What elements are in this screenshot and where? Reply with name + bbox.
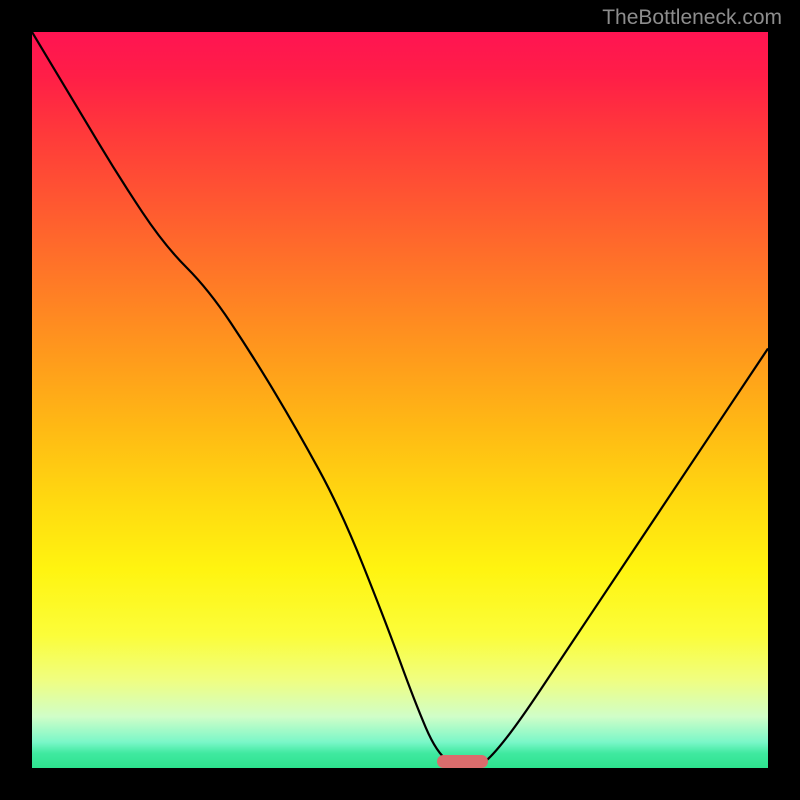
bottleneck-curve [32, 32, 768, 768]
optimum-marker [437, 755, 489, 768]
chart-container: TheBottleneck.com [0, 0, 800, 800]
plot-area [32, 32, 768, 768]
watermark-text: TheBottleneck.com [602, 6, 782, 30]
